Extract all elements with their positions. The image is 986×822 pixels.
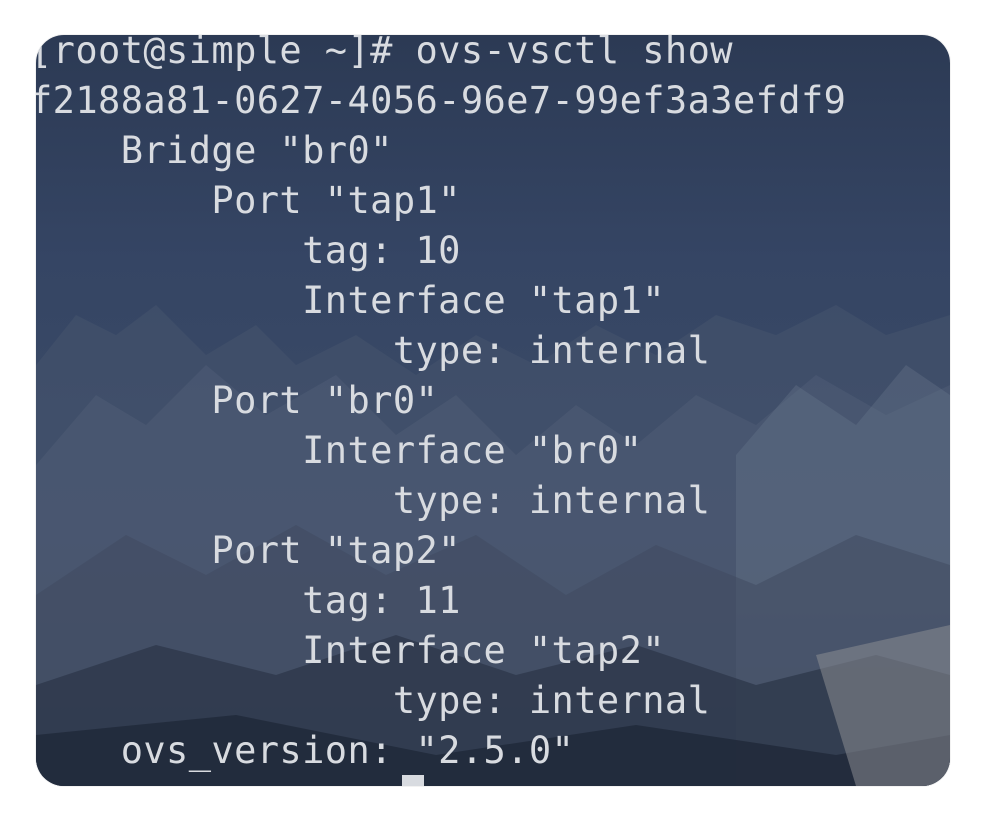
terminal-window[interactable]: [root@simple ~]# ovs-vsctl show f2188a81… (36, 35, 950, 786)
terminal-line: Port "tap1" (36, 179, 461, 222)
terminal-line: Interface "br0" (36, 429, 643, 472)
terminal-line: [root@simple ~]# ovs-vsctl show (36, 35, 733, 72)
terminal-line: Bridge "br0" (36, 129, 393, 172)
terminal-line: Interface "tap2" (36, 629, 665, 672)
terminal-line: tag: 11 (36, 579, 461, 622)
terminal-line: tag: 10 (36, 229, 461, 272)
terminal-output[interactable]: [root@simple ~]# ovs-vsctl show f2188a81… (36, 35, 950, 786)
terminal-line: type: internal (36, 479, 711, 522)
terminal-line: type: internal (36, 679, 711, 722)
terminal-line: Port "br0" (36, 379, 439, 422)
terminal-line: f2188a81-0627-4056-96e7-99ef3a3efdf9 (36, 79, 847, 122)
terminal-line: ovs_version: "2.5.0" (36, 729, 575, 772)
text-cursor (402, 775, 424, 786)
terminal-line: Port "tap2" (36, 529, 461, 572)
terminal-line: type: internal (36, 329, 711, 372)
terminal-line: Interface "tap1" (36, 279, 665, 322)
